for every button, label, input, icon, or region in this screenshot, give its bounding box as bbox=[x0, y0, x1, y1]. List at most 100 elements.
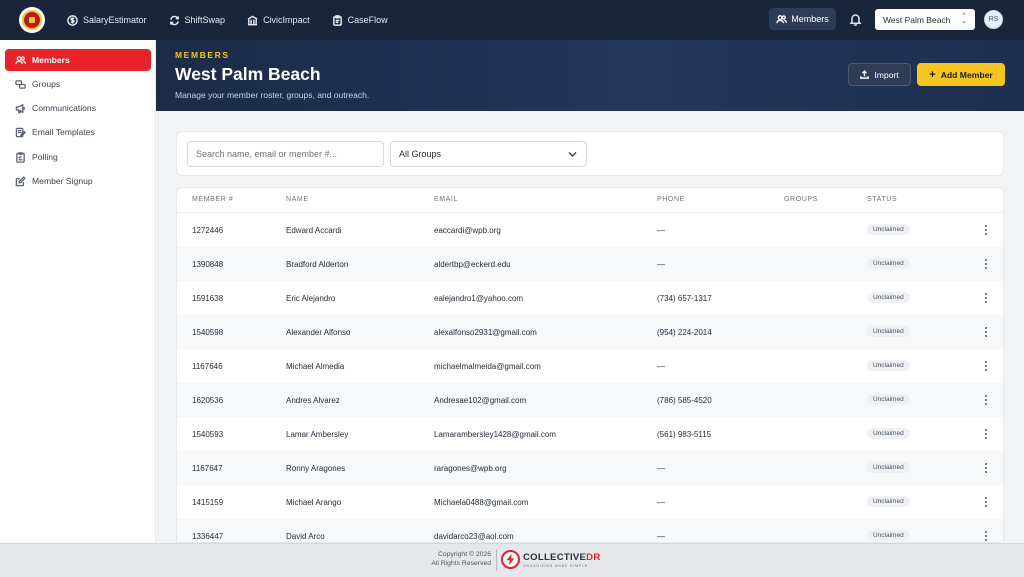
column-header-phone[interactable]: PHONE bbox=[657, 196, 685, 203]
row-actions-kebab-icon[interactable] bbox=[982, 325, 990, 339]
table-row[interactable]: 1336447 David Arco davidarco23@aol.com — Unc… bbox=[177, 519, 1003, 542]
row-actions-kebab-icon[interactable] bbox=[982, 427, 990, 441]
row-actions-kebab-icon[interactable] bbox=[982, 529, 990, 542]
row-actions-kebab-icon[interactable] bbox=[982, 359, 990, 373]
table-row[interactable]: 1272446 Edward Accardi eaccardi@wpb.org — Un… bbox=[177, 213, 1003, 247]
sidebar-item-polling[interactable]: Polling bbox=[5, 146, 151, 168]
app-link-label: ShiftSwap bbox=[184, 15, 226, 25]
cell-phone: (734) 657-1317 bbox=[657, 294, 712, 303]
table-row[interactable]: 1167647 Ronny Aragones raragones@wpb.org — U… bbox=[177, 451, 1003, 485]
sidebar-item-label: Member Signup bbox=[32, 176, 93, 186]
column-header-member-number[interactable]: MEMBER # bbox=[192, 196, 233, 203]
cell-name: Ronny Aragones bbox=[286, 464, 346, 473]
status-badge: Unclaimed bbox=[867, 224, 910, 235]
sidebar-item-label: Communications bbox=[32, 103, 96, 113]
brand-wordmark: COLLECTIVEDR bbox=[523, 552, 601, 563]
column-header-status[interactable]: STATUS bbox=[867, 196, 897, 203]
members-nav-label: Members bbox=[791, 14, 829, 24]
cell-member: 1591638 bbox=[192, 294, 224, 303]
table-row[interactable]: 1415159 Michael Arango Michaela0488@gmail.… bbox=[177, 485, 1003, 519]
cell-phone: — bbox=[657, 362, 665, 371]
row-actions-kebab-icon[interactable] bbox=[982, 495, 990, 509]
table-row[interactable]: 1540598 Alexander Alfonso alexalfonso2931@… bbox=[177, 315, 1003, 349]
row-actions-kebab-icon[interactable] bbox=[982, 223, 990, 237]
status-badge: Unclaimed bbox=[867, 258, 910, 269]
cell-email: Michaela0488@gmail.com bbox=[434, 498, 529, 507]
cell-phone: (954) 224-2014 bbox=[657, 328, 712, 337]
polling-icon bbox=[16, 151, 25, 163]
location-select-value: West Palm Beach bbox=[883, 14, 951, 25]
cell-email: Andresae102@gmail.com bbox=[434, 396, 527, 405]
table-row[interactable]: 1390848 Bradford Alderton aldertbp@eckerd.… bbox=[177, 247, 1003, 281]
filter-bar: All Groups bbox=[176, 131, 1004, 176]
user-avatar[interactable]: RS bbox=[984, 10, 1003, 29]
cell-phone: (786) 585-4520 bbox=[657, 396, 712, 405]
copyright-line: Copyright © 2026 bbox=[438, 551, 491, 558]
cell-email: ealejandro1@yahoo.com bbox=[434, 294, 524, 303]
row-actions-kebab-icon[interactable] bbox=[982, 291, 990, 305]
notifications-button[interactable] bbox=[849, 12, 862, 26]
table-header: MEMBER # NAME EMAIL PHONE GROUPS STATUS bbox=[177, 188, 1003, 213]
page-kicker: MEMBERS bbox=[175, 50, 230, 60]
app-link-civic-impact[interactable]: CivicImpact bbox=[247, 15, 310, 26]
members-table: MEMBER # NAME EMAIL PHONE GROUPS STATUS … bbox=[176, 187, 1004, 543]
column-header-email[interactable]: EMAIL bbox=[434, 196, 458, 203]
status-badge: Unclaimed bbox=[867, 428, 910, 439]
cell-member: 1272446 bbox=[192, 226, 224, 235]
status-badge: Unclaimed bbox=[867, 360, 910, 371]
table-row[interactable]: 1540593 Lamar Ambersley Lamarambersley1428… bbox=[177, 417, 1003, 451]
swap-icon bbox=[169, 15, 179, 25]
cell-email: alexalfonso2931@gmail.com bbox=[434, 328, 537, 337]
group-filter-value: All Groups bbox=[399, 149, 442, 159]
column-header-groups[interactable]: GROUPS bbox=[784, 196, 818, 203]
table-row[interactable]: 1167646 Michael Almedia michaelmalmeida@gm… bbox=[177, 349, 1003, 383]
table-row[interactable]: 1620536 Andres Alvarez Andresae102@gmail.c… bbox=[177, 383, 1003, 417]
search-input[interactable] bbox=[187, 141, 384, 167]
brand-tagline: ORGANIZING MADE SIMPLE bbox=[523, 564, 588, 568]
sidebar-item-label: Email Templates bbox=[32, 127, 95, 137]
cell-name: Michael Almedia bbox=[286, 362, 345, 371]
members-nav-button[interactable]: Members bbox=[769, 8, 836, 30]
column-header-name[interactable]: NAME bbox=[286, 196, 309, 203]
app-switcher: SalaryEstimator ShiftSwap CivicImpact Ca… bbox=[67, 14, 388, 26]
cell-member: 1415159 bbox=[192, 498, 224, 507]
row-actions-kebab-icon[interactable] bbox=[982, 461, 990, 475]
page-subtitle: Manage your member roster, groups, and o… bbox=[175, 90, 370, 100]
status-badge: Unclaimed bbox=[867, 496, 910, 507]
brand-accent: DR bbox=[586, 552, 601, 563]
import-button[interactable]: Import bbox=[848, 63, 911, 86]
table-row[interactable]: 1591638 Eric Alejandro ealejandro1@yahoo.c… bbox=[177, 281, 1003, 315]
groups-icon bbox=[15, 79, 26, 89]
union-seal-icon bbox=[22, 10, 42, 30]
row-actions-kebab-icon[interactable] bbox=[982, 393, 990, 407]
sidebar-item-members[interactable]: Members bbox=[5, 49, 151, 71]
status-badge: Unclaimed bbox=[867, 326, 910, 337]
cell-name: Eric Alejandro bbox=[286, 294, 336, 303]
app-link-salary-estimator[interactable]: SalaryEstimator bbox=[67, 14, 147, 26]
plus-icon: + bbox=[929, 68, 936, 81]
chevron-down-icon bbox=[568, 151, 577, 158]
app-link-shift-swap[interactable]: ShiftSwap bbox=[169, 15, 226, 26]
cell-email: raragones@wpb.org bbox=[434, 464, 507, 473]
sidebar-item-email-templates[interactable]: Email Templates bbox=[5, 121, 151, 143]
cell-name: Lamar Ambersley bbox=[286, 430, 349, 439]
cell-member: 1390848 bbox=[192, 260, 224, 269]
sidebar-item-groups[interactable]: Groups bbox=[5, 73, 151, 95]
add-member-button[interactable]: + Add Member bbox=[917, 63, 1005, 86]
cell-name: Michael Arango bbox=[286, 498, 342, 507]
users-icon bbox=[15, 55, 26, 64]
page-title: West Palm Beach bbox=[175, 64, 321, 84]
sidebar-item-member-signup[interactable]: Member Signup bbox=[5, 170, 151, 192]
cell-email: Lamarambersley1428@gmail.com bbox=[434, 430, 556, 439]
bell-icon bbox=[849, 14, 862, 26]
app-link-case-flow[interactable]: CaseFlow bbox=[332, 14, 388, 26]
row-actions-kebab-icon[interactable] bbox=[982, 257, 990, 271]
location-select[interactable]: West Palm Beach ⌃ ⌄ bbox=[875, 9, 975, 30]
cell-phone: — bbox=[657, 226, 665, 235]
group-filter-select[interactable]: All Groups bbox=[390, 141, 587, 167]
cell-member: 1167647 bbox=[192, 464, 223, 473]
status-badge: Unclaimed bbox=[867, 394, 910, 405]
union-logo[interactable] bbox=[19, 7, 45, 33]
cell-name: Andres Alvarez bbox=[286, 396, 340, 405]
sidebar-item-communications[interactable]: Communications bbox=[5, 97, 151, 119]
